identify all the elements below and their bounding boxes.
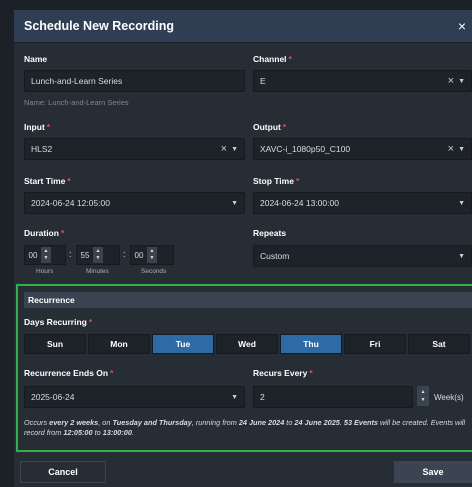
repeats-select[interactable]: Custom ▼ [253, 245, 472, 267]
recurrence-ends-label: Recurrence Ends On * [24, 368, 114, 378]
day-toggle-sun[interactable]: Sun [24, 334, 86, 354]
duration-separator: : [123, 249, 126, 259]
channel-value: E [260, 76, 266, 86]
output-select[interactable]: XAVC-i_1080p50_C100 × ▼ [253, 138, 472, 160]
start-time-picker[interactable]: 2024-06-24 12:05:00 ▼ [24, 192, 245, 214]
day-toggle-mon[interactable]: Mon [88, 334, 150, 354]
input-label: Input * [24, 122, 51, 132]
duration-minutes-stepper[interactable]: 55 ▲ ▼ [76, 245, 120, 265]
recurs-every-value: 2 [260, 392, 265, 402]
day-toggle-fri[interactable]: Fri [344, 334, 406, 354]
name-hint: Name: Lunch-and-Learn Series [24, 98, 129, 107]
dialog-title: Schedule New Recording [24, 19, 175, 33]
duration-seconds-stepper[interactable]: 00 ▲ ▼ [130, 245, 174, 265]
dialog-header: Schedule New Recording × [14, 10, 472, 43]
duration-hours-value: 00 [28, 250, 38, 260]
duration-label: Duration * [24, 228, 65, 238]
seconds-caption: Seconds [141, 268, 167, 275]
recurs-every-spinner-icon[interactable]: ▲ ▼ [417, 386, 429, 406]
chevron-down-icon[interactable]: ▼ [231, 394, 238, 401]
repeats-label: Repeats [253, 228, 287, 238]
chevron-down-icon[interactable]: ▼ [231, 146, 238, 153]
clear-icon[interactable]: × [448, 75, 454, 87]
days-recurring-toggle-group: Sun Mon Tue Wed Thu Fri Sat [24, 334, 472, 354]
duration-hours-stepper[interactable]: 00 ▲ ▼ [24, 245, 66, 265]
name-input[interactable]: Lunch-and-Learn Series [24, 70, 245, 92]
recurs-every-unit: Week(s) [434, 393, 464, 402]
recurs-every-label: Recurs Every * [253, 368, 313, 378]
input-value: HLS2 [31, 144, 53, 154]
day-toggle-wed[interactable]: Wed [216, 334, 278, 354]
output-label: Output * [253, 122, 287, 132]
day-toggle-sat[interactable]: Sat [408, 334, 470, 354]
start-time-value: 2024-06-24 12:05:00 [31, 198, 110, 208]
recurrence-summary: Occurs every 2 weeks, on Tuesday and Thu… [24, 418, 466, 437]
chevron-down-icon[interactable]: ▼ [458, 146, 465, 153]
spinner-arrows-icon[interactable]: ▲ ▼ [41, 247, 51, 263]
days-recurring-label: Days Recurring * [24, 317, 93, 327]
input-select[interactable]: HLS2 × ▼ [24, 138, 245, 160]
recurrence-ends-value: 2025-06-24 [31, 392, 75, 402]
duration-seconds-value: 00 [134, 250, 144, 260]
duration-separator: : [69, 249, 72, 259]
stop-time-value: 2024-06-24 13:00:00 [260, 198, 339, 208]
recurrence-section: Recurrence Days Recurring * Sun Mon Tue Wed T… [16, 284, 472, 452]
name-value: Lunch-and-Learn Series [31, 76, 123, 86]
spinner-arrows-icon[interactable]: ▲ ▼ [93, 247, 103, 263]
save-button[interactable]: Save [394, 461, 472, 483]
minutes-caption: Minutes [86, 268, 109, 275]
recurrence-ends-picker[interactable]: 2025-06-24 ▼ [24, 386, 245, 408]
chevron-down-icon[interactable]: ▼ [458, 78, 465, 85]
clear-icon[interactable]: × [448, 143, 454, 155]
chevron-down-icon[interactable]: ▼ [458, 253, 465, 260]
day-toggle-tue[interactable]: Tue [152, 334, 214, 354]
close-icon[interactable]: × [458, 18, 466, 34]
recurs-every-input[interactable]: 2 [253, 386, 413, 408]
channel-label: Channel * [253, 54, 292, 64]
stop-time-label: Stop Time * [253, 176, 300, 186]
clear-icon[interactable]: × [221, 143, 227, 155]
name-label: Name [24, 54, 48, 64]
output-value: XAVC-i_1080p50_C100 [260, 144, 351, 154]
chevron-down-icon[interactable]: ▼ [458, 200, 465, 207]
day-toggle-thu[interactable]: Thu [280, 334, 342, 354]
channel-select[interactable]: E × ▼ [253, 70, 472, 92]
repeats-value: Custom [260, 251, 290, 261]
duration-minutes-value: 55 [80, 250, 90, 260]
hours-caption: Hours [36, 268, 54, 275]
stop-time-picker[interactable]: 2024-06-24 13:00:00 ▼ [253, 192, 472, 214]
cancel-button[interactable]: Cancel [20, 461, 106, 483]
spinner-arrows-icon[interactable]: ▲ ▼ [147, 247, 157, 263]
start-time-label: Start Time * [24, 176, 71, 186]
recurrence-header: Recurrence [24, 292, 472, 308]
chevron-down-icon[interactable]: ▼ [231, 200, 238, 207]
